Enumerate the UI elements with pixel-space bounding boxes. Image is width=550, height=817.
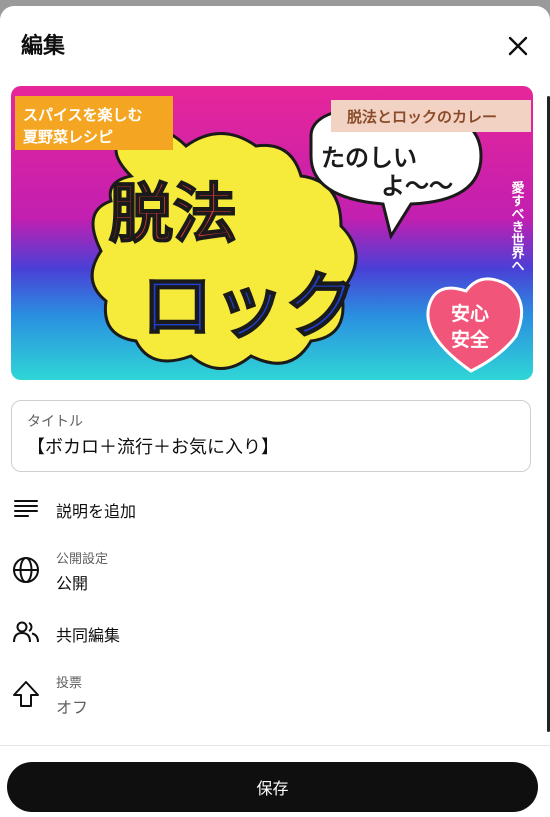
close-button[interactable] bbox=[504, 32, 532, 60]
visibility-row[interactable]: 公開設定 公開 bbox=[0, 544, 540, 594]
description-icon bbox=[14, 500, 38, 517]
visibility-value: 公開 bbox=[56, 574, 89, 593]
thumb-badge-2: 安全 bbox=[451, 328, 490, 351]
voting-value: オフ bbox=[56, 698, 89, 717]
thumb-label-top-left-1: スパイスを楽しむ bbox=[23, 106, 143, 124]
upvote-icon bbox=[13, 681, 39, 707]
thumb-badge-1: 安心 bbox=[451, 302, 489, 325]
footer-divider bbox=[0, 745, 550, 746]
sheet-title: 編集 bbox=[21, 34, 66, 59]
voting-row[interactable]: 投票 オフ bbox=[0, 668, 540, 718]
close-icon bbox=[508, 36, 528, 56]
thumb-label-top-left-2: 夏野菜レシピ bbox=[22, 128, 113, 146]
playlist-thumbnail: たのしい よ〜〜 スパイスを楽しむ 夏野菜レシピ 脱法とロックのカレー 脱法 ロ… bbox=[11, 86, 533, 380]
thumb-main-line2: ロック bbox=[141, 264, 357, 348]
edit-sheet: 編集 たのしい よ〜〜 スパイスを楽しむ 夏野菜レシピ 脱法とロックのカレー 脱… bbox=[0, 6, 550, 817]
title-field[interactable]: タイトル 【ボカロ＋流行＋お気に入り】 bbox=[11, 400, 531, 472]
bubble-text-2: よ〜〜 bbox=[381, 172, 453, 200]
visibility-label: 公開設定 bbox=[56, 552, 109, 567]
thumb-main-line1: 脱法 bbox=[109, 178, 237, 252]
add-description-label: 説明を追加 bbox=[56, 502, 137, 521]
thumbnail-artwork: たのしい よ〜〜 スパイスを楽しむ 夏野菜レシピ 脱法とロックのカレー 脱法 ロ… bbox=[11, 86, 533, 380]
title-input[interactable]: 【ボカロ＋流行＋お気に入り】 bbox=[27, 433, 279, 459]
thumb-vertical-text: 愛すべき世界へ bbox=[509, 180, 525, 272]
collaborate-row[interactable]: 共同編集 bbox=[0, 614, 540, 650]
bubble-text-1: たのしい bbox=[321, 144, 417, 172]
save-button[interactable]: 保存 bbox=[7, 762, 538, 812]
collaborate-label: 共同編集 bbox=[56, 626, 121, 645]
add-description-row[interactable]: 説明を追加 bbox=[0, 490, 540, 526]
voting-label: 投票 bbox=[56, 676, 83, 691]
title-field-label: タイトル bbox=[27, 414, 83, 430]
globe-icon bbox=[13, 557, 39, 583]
thumb-label-top-right: 脱法とロックのカレー bbox=[347, 108, 497, 126]
people-icon bbox=[13, 621, 39, 643]
